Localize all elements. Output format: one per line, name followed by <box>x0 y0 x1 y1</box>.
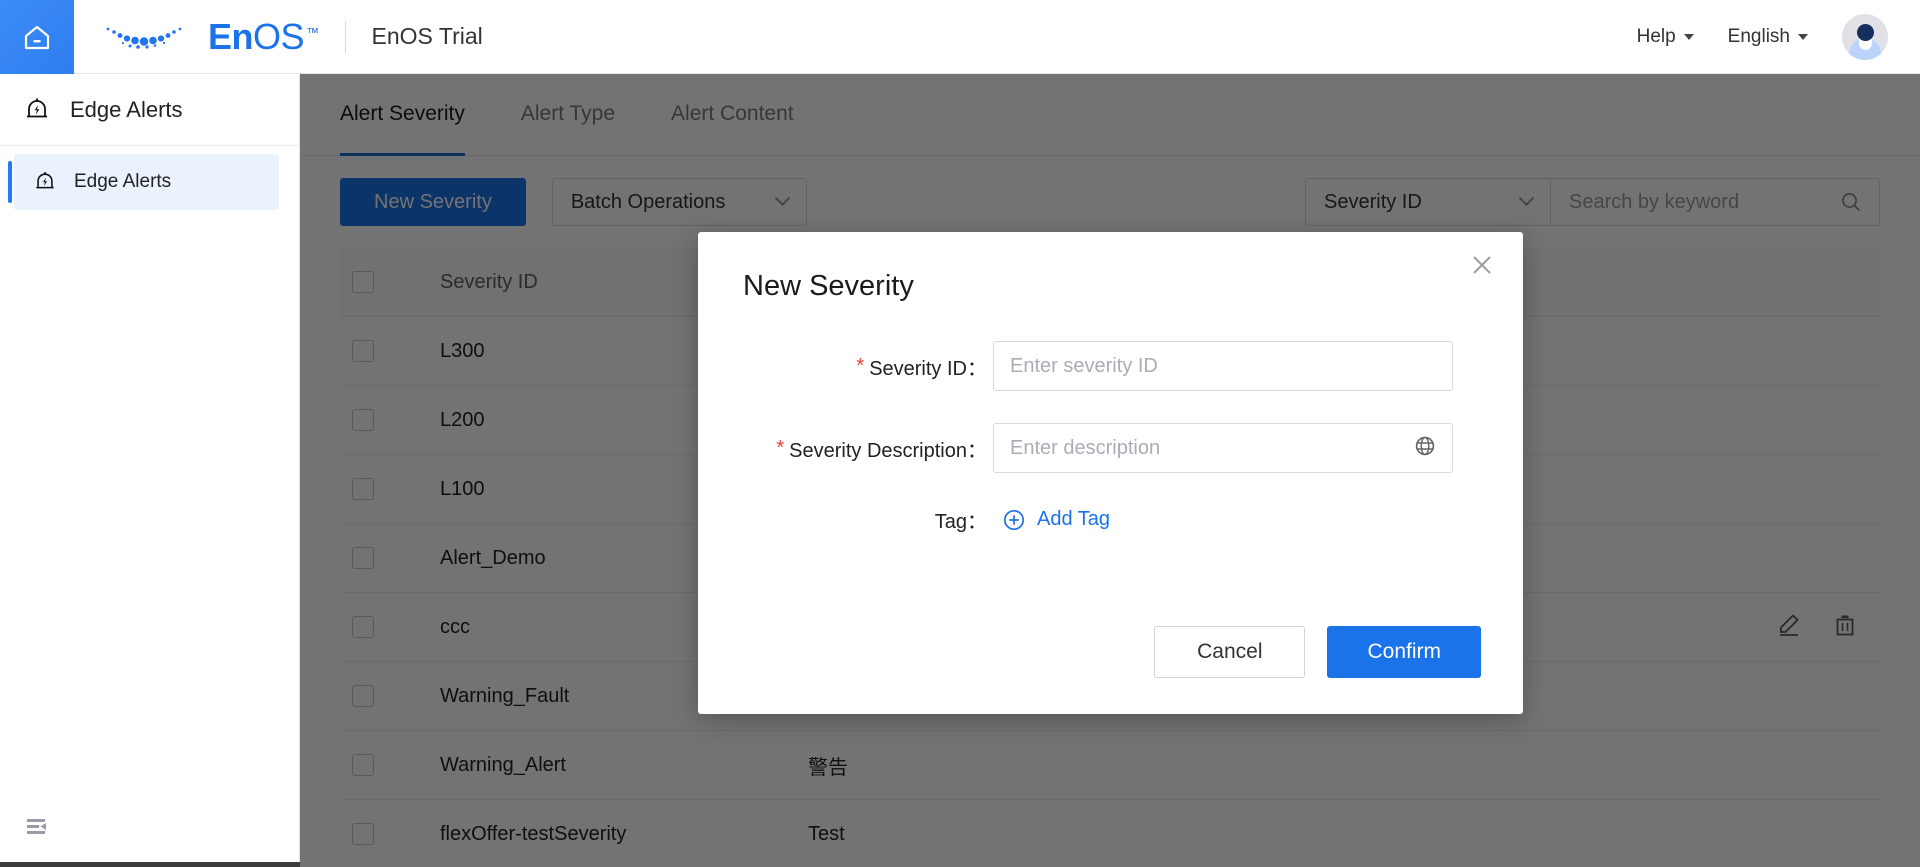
close-icon <box>1473 256 1491 274</box>
close-button[interactable] <box>1469 252 1495 283</box>
sidebar-scrollbar[interactable] <box>0 862 300 867</box>
sidebar-section-header: Edge Alerts <box>0 74 299 146</box>
new-severity-form: * Severity ID： * Severity Description： <box>698 303 1523 534</box>
tag-label: Tag： <box>934 511 987 533</box>
severity-description-input[interactable] <box>1010 436 1414 460</box>
logo-text-bold: En <box>208 15 254 57</box>
severity-description-label: Severity Description： <box>789 439 987 462</box>
cancel-button[interactable]: Cancel <box>1154 626 1306 678</box>
globe-icon <box>1415 436 1435 455</box>
enos-wordmark: En OS ™ <box>208 15 319 57</box>
confirm-button[interactable]: Confirm <box>1327 626 1481 678</box>
severity-description-field <box>993 423 1453 473</box>
required-asterisk: * <box>856 355 865 377</box>
alert-bell-icon <box>36 172 54 189</box>
chevron-down-icon <box>1683 33 1694 40</box>
app-header: En OS ™ EnOS Trial Help English <box>0 0 1920 74</box>
severity-id-field <box>993 341 1453 391</box>
dialog-footer: Cancel Confirm <box>1154 626 1481 678</box>
severity-id-label: Severity ID： <box>869 357 987 380</box>
sidebar-section-title: Edge Alerts <box>70 96 183 122</box>
brand-area[interactable]: En OS ™ EnOS Trial <box>74 15 483 57</box>
severity-description-label-group: * Severity Description： <box>743 434 993 463</box>
alert-bell-icon <box>27 98 47 117</box>
sidebar-item-edge-alerts[interactable]: Edge Alerts <box>8 154 279 210</box>
sidebar: Edge Alerts Edge Alerts <box>0 74 300 867</box>
add-tag-label: Add Tag <box>1037 508 1111 530</box>
enos-swoosh-logo-icon <box>106 27 182 49</box>
severity-id-input[interactable] <box>1010 354 1436 378</box>
severity-id-label-group: * Severity ID： <box>743 352 993 381</box>
logo-trademark: ™ <box>306 24 319 40</box>
add-tag-button[interactable]: Add Tag <box>993 508 1110 531</box>
avatar-head <box>1856 23 1874 41</box>
plus-circle-icon <box>1003 509 1025 530</box>
sidebar-item-label: Edge Alerts <box>74 171 172 192</box>
sidebar-item-list: Edge Alerts <box>0 146 299 210</box>
help-menu[interactable]: Help <box>1637 26 1694 48</box>
brand-divider <box>344 20 346 53</box>
multilanguage-button[interactable] <box>1414 435 1436 462</box>
app-root: En OS ™ EnOS Trial Help English Edge Ale… <box>0 0 1920 867</box>
chevron-down-icon <box>1798 33 1808 40</box>
new-severity-dialog: New Severity * Severity ID： * Severity D… <box>698 232 1523 714</box>
home-icon <box>24 25 50 49</box>
help-menu-label: Help <box>1636 25 1676 47</box>
collapse-sidebar-button[interactable] <box>26 818 52 845</box>
language-menu-label: English <box>1727 25 1790 47</box>
dialog-title: New Severity <box>743 270 914 302</box>
form-row-tag: Tag： Add Tag <box>743 505 1478 534</box>
form-row-severity-description: * Severity Description： <box>743 423 1478 473</box>
avatar[interactable] <box>1842 13 1888 60</box>
form-row-severity-id: * Severity ID： <box>743 341 1478 391</box>
required-asterisk: * <box>776 437 785 459</box>
language-menu[interactable]: English <box>1728 26 1808 48</box>
logo-text-light: OS <box>253 15 305 57</box>
home-button[interactable] <box>0 0 74 74</box>
product-title: EnOS Trial <box>371 23 483 49</box>
collapse-sidebar-icon <box>27 819 46 834</box>
header-right-actions: Help English <box>1637 13 1920 60</box>
